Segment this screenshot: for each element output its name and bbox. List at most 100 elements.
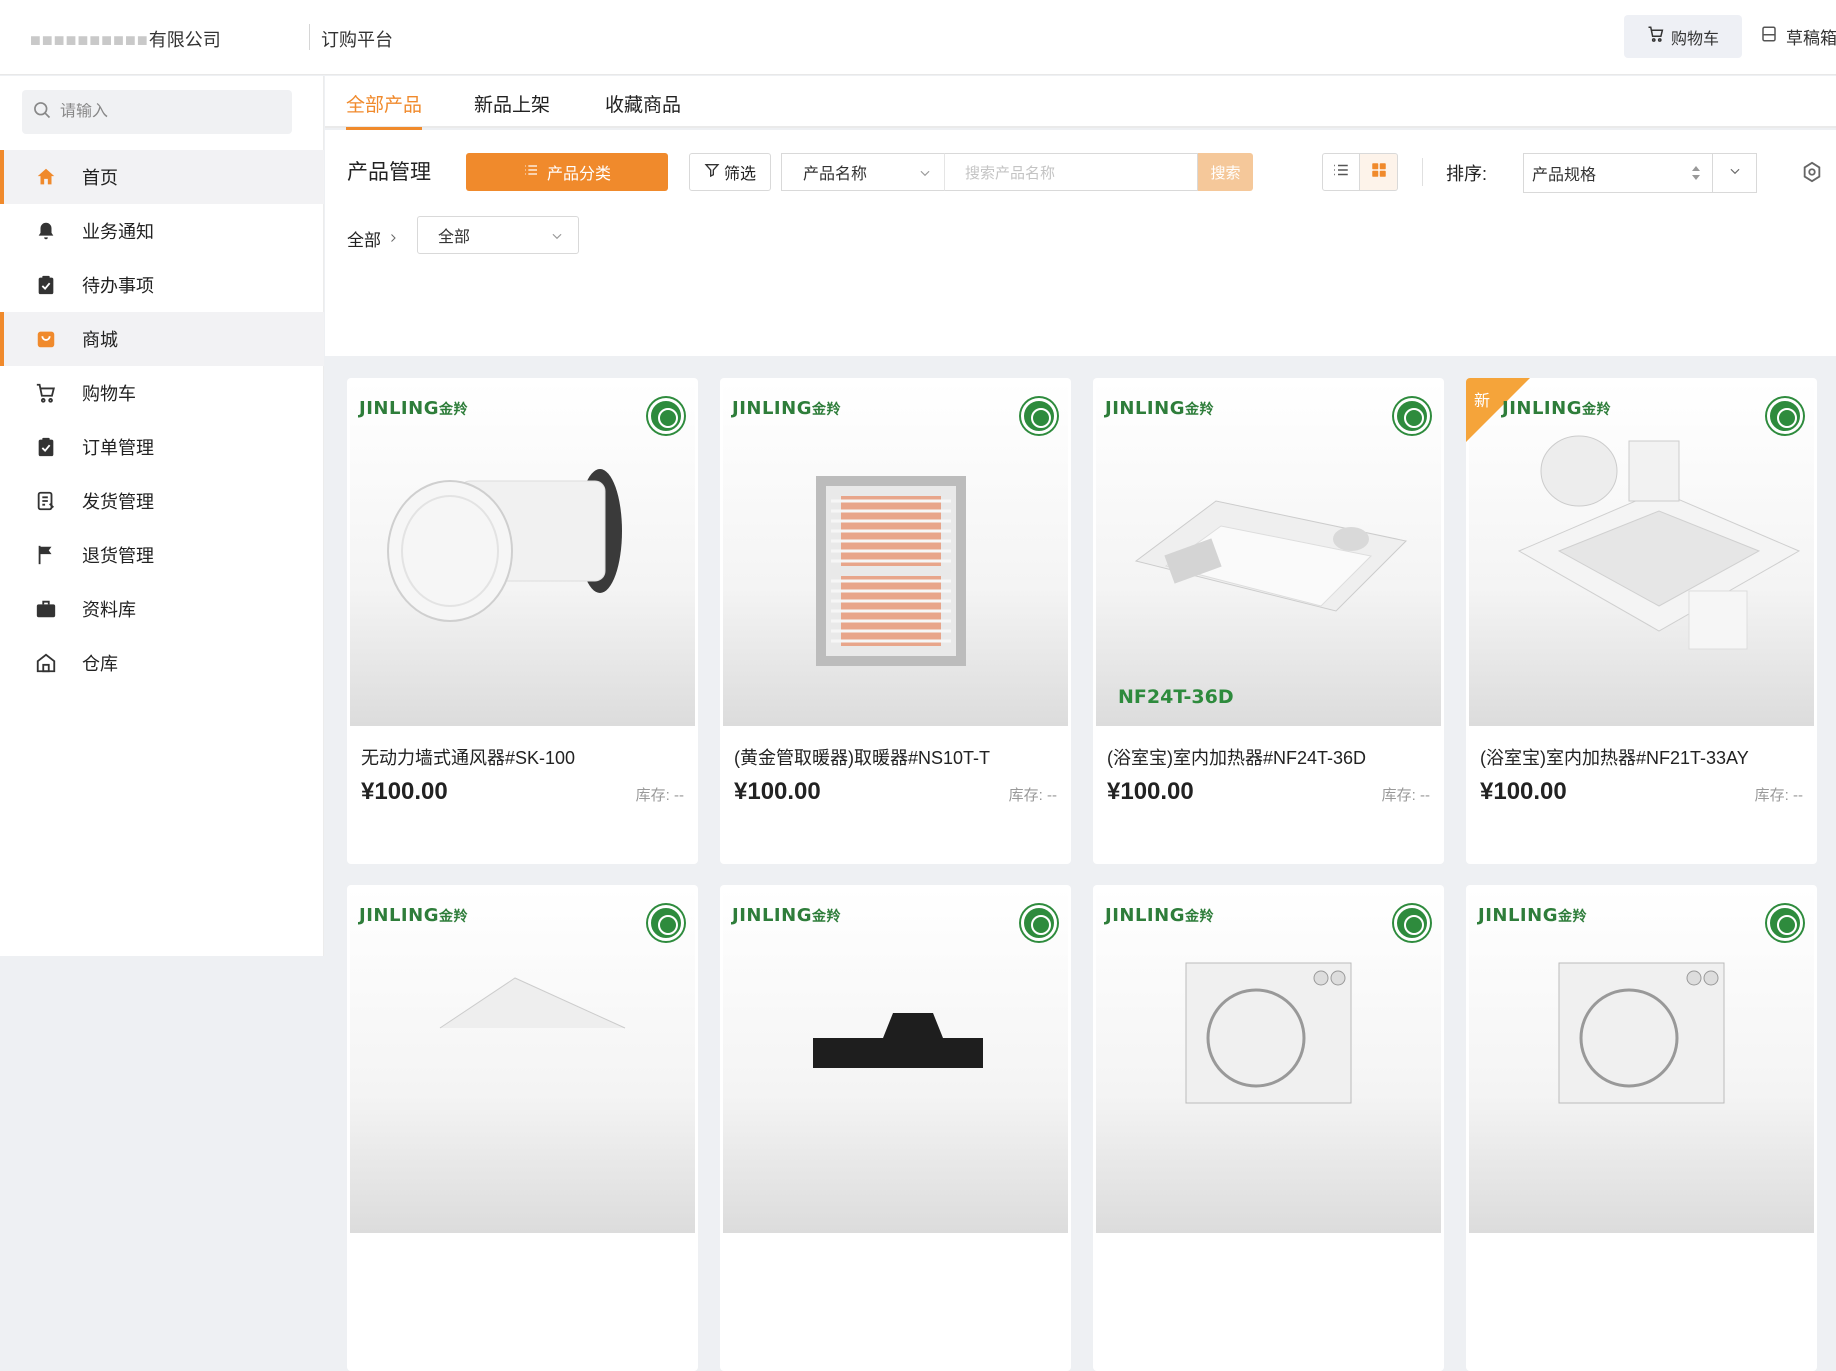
sidebar-item-orders[interactable]: 订单管理 <box>0 420 324 474</box>
brand-logo: JINLING金羚 <box>359 905 468 926</box>
settings-icon[interactable] <box>1801 161 1823 188</box>
product-card[interactable]: 新 JINLING金羚 (浴室宝)室内加热器#NF21T-33AY ¥100.0… <box>1466 378 1817 864</box>
sort-value: 产品规格 <box>1532 167 1597 184</box>
filter-button[interactable]: 筛选 <box>689 153 771 191</box>
sort-direction-button[interactable] <box>1713 153 1757 193</box>
product-toolbar: 产品管理 产品分类 筛选 产品名称 搜索产品名称 搜索 排序: 产品规格 全部 … <box>325 130 1836 356</box>
toolbar-divider <box>1422 158 1423 186</box>
category-select-value: 全部 <box>438 229 471 246</box>
sidebar-item-mall[interactable]: 商城 <box>0 312 324 366</box>
category-select[interactable]: 全部 <box>417 216 579 254</box>
clipboard-check-icon <box>34 273 58 297</box>
product-illustration <box>439 977 626 1029</box>
sidebar-item-shipping[interactable]: 发货管理 <box>0 474 324 528</box>
grid-view-button[interactable] <box>1360 153 1398 191</box>
list-icon <box>523 162 539 183</box>
sidebar-nav: 首页 业务通知 待办事项 商城 购物车 订单管理 发货管理 退货管理 资料库 仓… <box>0 150 324 690</box>
sidebar-item-label: 订单管理 <box>82 438 154 458</box>
product-image <box>723 888 1068 1233</box>
product-name: (黄金管取暖器)取暖器#NS10T-T <box>734 748 991 768</box>
product-price: ¥100.00 <box>734 778 821 805</box>
brand-logo: JINLING金羚 <box>359 398 468 419</box>
sidebar-item-notices[interactable]: 业务通知 <box>0 204 324 258</box>
certification-badge-icon <box>648 398 684 434</box>
search-button[interactable]: 搜索 <box>1198 153 1253 191</box>
document-icon <box>34 489 58 513</box>
tab-new-arrivals[interactable]: 新品上架 <box>474 90 550 117</box>
main-content: 全部产品 新品上架 收藏商品 产品管理 产品分类 筛选 产品名称 搜索产品名称 … <box>325 76 1836 1371</box>
header-cart-button[interactable]: 购物车 <box>1624 15 1742 58</box>
product-name: (浴室宝)室内加热器#NF24T-36D <box>1107 748 1367 768</box>
sidebar-item-returns[interactable]: 退货管理 <box>0 528 324 582</box>
product-stock: 库存: -- <box>635 787 684 804</box>
certification-badge-icon <box>1767 398 1803 434</box>
product-price: ¥100.00 <box>1107 778 1194 805</box>
home-icon <box>34 165 58 189</box>
sidebar-item-todo[interactable]: 待办事项 <box>0 258 324 312</box>
sidebar-search-input[interactable] <box>60 103 280 121</box>
product-category-button[interactable]: 产品分类 <box>466 153 668 191</box>
product-card[interactable]: NF24T-36D JINLING金羚 (浴室宝)室内加热器#NF24T-36D… <box>1093 378 1444 864</box>
sidebar-item-label: 仓库 <box>82 654 118 674</box>
cart-icon <box>1647 25 1665 48</box>
product-price: ¥100.00 <box>361 778 448 805</box>
platform-title: 订购平台 <box>321 30 393 50</box>
sidebar-item-warehouse[interactable]: 仓库 <box>0 636 324 690</box>
list-view-button[interactable] <box>1322 153 1360 191</box>
tab-favorites[interactable]: 收藏商品 <box>605 90 681 117</box>
certification-badge-icon <box>1021 398 1057 434</box>
product-illustration <box>1558 962 1725 1104</box>
brand-logo: JINLING金羚 <box>1105 398 1214 419</box>
sort-select[interactable]: 产品规格 <box>1523 153 1713 193</box>
product-card[interactable]: JINLING金羚 无动力墙式通风器#SK-100 ¥100.00 库存: -- <box>347 378 698 864</box>
product-card[interactable]: JINLING金羚 <box>1093 885 1444 1371</box>
draft-box-button[interactable]: 草稿箱 <box>1760 15 1836 58</box>
brand-logo: JINLING金羚 <box>1502 398 1611 419</box>
sort-updown-icon <box>1690 164 1702 187</box>
product-card[interactable]: JINLING金羚 <box>1466 885 1817 1371</box>
header-cart-label: 购物车 <box>1670 30 1719 48</box>
bell-icon <box>34 219 58 243</box>
certification-badge-icon <box>1767 905 1803 941</box>
product-name: (浴室宝)室内加热器#NF21T-33AY <box>1480 748 1749 768</box>
sidebar-item-label: 购物车 <box>82 384 136 404</box>
briefcase-icon <box>34 597 58 621</box>
sidebar-item-label: 商城 <box>82 330 118 350</box>
product-price: ¥100.00 <box>1480 778 1567 805</box>
breadcrumb-root[interactable]: 全部 <box>347 226 381 251</box>
tab-all-products[interactable]: 全部产品 <box>346 90 423 130</box>
header-divider <box>309 24 310 50</box>
product-card[interactable]: JINLING金羚 <box>347 885 698 1371</box>
sidebar-item-label: 资料库 <box>82 600 136 620</box>
filter-icon <box>704 162 720 183</box>
sidebar: 首页 业务通知 待办事项 商城 购物车 订单管理 发货管理 退货管理 <box>0 76 324 956</box>
sidebar-item-label: 首页 <box>82 168 118 188</box>
product-card[interactable]: JINLING金羚 (黄金管取暖器)取暖器#NS10T-T ¥100.00 库存… <box>720 378 1071 864</box>
product-illustration <box>1185 962 1352 1104</box>
page-title: 产品管理 <box>347 161 431 184</box>
brand-logo: JINLING金羚 <box>732 398 841 419</box>
product-tabs: 全部产品 新品上架 收藏商品 <box>325 76 1836 130</box>
shop-bag-icon <box>34 327 58 351</box>
sidebar-item-home[interactable]: 首页 <box>0 150 324 204</box>
product-card[interactable]: JINLING金羚 <box>720 885 1071 1371</box>
search-icon <box>32 100 52 125</box>
product-grid: JINLING金羚 无动力墙式通风器#SK-100 ¥100.00 库存: --… <box>347 378 1836 1371</box>
draft-icon <box>1760 25 1778 48</box>
tube-heater-illustration <box>816 476 966 666</box>
search-field-select[interactable]: 产品名称 <box>781 153 944 191</box>
company-name: ■■■■■■■■■■有限公司 <box>30 30 221 50</box>
filter-label: 筛选 <box>723 166 756 183</box>
wall-ventilator-illustration <box>387 469 622 622</box>
product-search-input[interactable]: 搜索产品名称 <box>944 153 1198 191</box>
sidebar-item-cart[interactable]: 购物车 <box>0 366 324 420</box>
new-badge-label: 新 <box>1474 393 1491 410</box>
sort-label: 排序: <box>1446 164 1488 184</box>
grid-view-icon <box>1370 161 1388 184</box>
sidebar-search[interactable] <box>22 90 292 134</box>
certification-badge-icon <box>1394 398 1430 434</box>
warehouse-icon <box>34 651 58 675</box>
top-bar: ■■■■■■■■■■有限公司 订购平台 购物车 草稿箱 <box>0 0 1836 75</box>
flag-icon <box>34 543 58 567</box>
sidebar-item-library[interactable]: 资料库 <box>0 582 324 636</box>
